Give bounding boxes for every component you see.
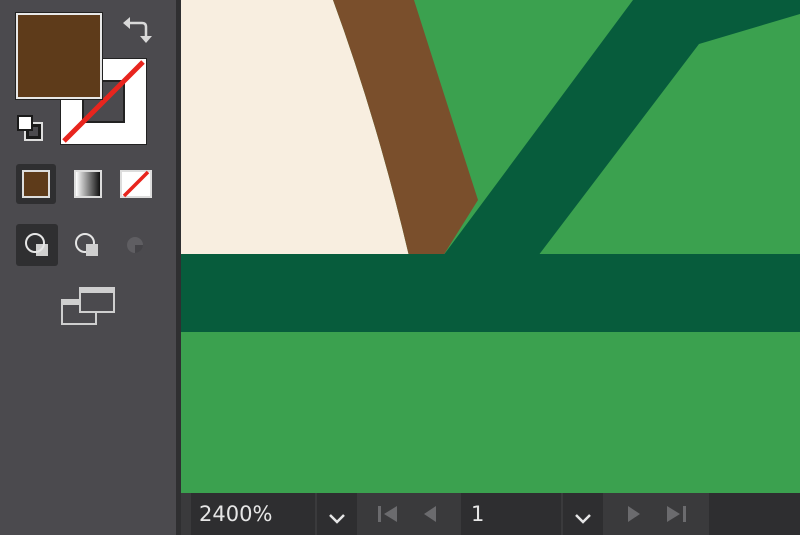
color-mode-button[interactable] xyxy=(16,164,56,204)
dark-green-band xyxy=(181,254,800,332)
artwork xyxy=(181,0,800,493)
draw-normal-icon xyxy=(24,232,50,262)
next-page-icon xyxy=(627,505,641,527)
draw-behind-button[interactable] xyxy=(66,224,108,266)
previous-page-icon xyxy=(423,505,437,527)
zoom-level-field[interactable]: 2400% xyxy=(191,493,315,535)
color-mode-icon xyxy=(22,170,50,198)
chevron-down-icon xyxy=(575,509,591,528)
artboard-number-field[interactable]: 1 xyxy=(461,493,561,535)
draw-inside-icon xyxy=(124,234,146,260)
next-artboard-button[interactable] xyxy=(621,493,653,535)
status-info-area xyxy=(709,493,800,535)
first-artboard-button[interactable] xyxy=(373,493,405,535)
last-artboard-button[interactable] xyxy=(661,493,693,535)
draw-inside-button[interactable] xyxy=(114,224,156,266)
swap-arrows-icon[interactable] xyxy=(122,14,152,44)
tools-panel xyxy=(0,0,176,535)
gradient-mode-button[interactable] xyxy=(68,164,108,204)
previous-artboard-button[interactable] xyxy=(417,493,449,535)
draw-behind-icon xyxy=(74,232,100,262)
draw-normal-button[interactable] xyxy=(16,224,58,266)
last-page-icon xyxy=(665,505,687,527)
none-mode-icon xyxy=(120,170,152,198)
screen-mode-icon[interactable] xyxy=(60,286,116,328)
default-fill-stroke-icon[interactable] xyxy=(16,114,46,144)
fill-color-swatch-front[interactable] xyxy=(15,12,103,100)
gradient-mode-icon xyxy=(74,170,102,198)
first-page-icon xyxy=(377,505,399,527)
status-bar: 2400% 1 xyxy=(181,493,800,535)
artboard-dropdown-button[interactable] xyxy=(563,493,603,535)
none-mode-button[interactable] xyxy=(116,164,156,204)
artboard-canvas[interactable] xyxy=(181,0,800,493)
chevron-down-icon xyxy=(329,509,345,528)
zoom-dropdown-button[interactable] xyxy=(317,493,357,535)
